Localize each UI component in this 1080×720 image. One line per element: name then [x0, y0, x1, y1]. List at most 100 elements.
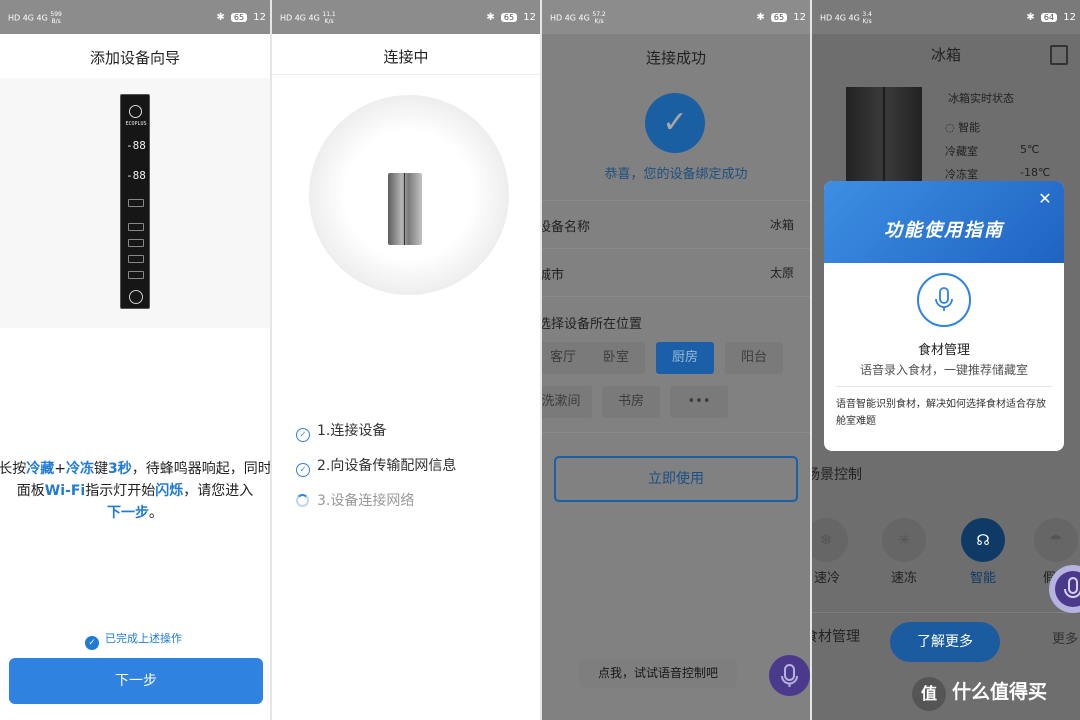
next-step-button[interactable]: 下一步 — [9, 658, 263, 704]
battery-indicator: 65 — [770, 13, 788, 22]
screen-fridge-detail: HD 4G 4G 3.4 K/s ✱ 64 12 冰箱 冰箱实时状态 ◌ 智能 冷… — [812, 0, 1080, 720]
network-indicator: HD 4G 4G — [820, 13, 860, 23]
dialog-header: 功能使用指南 — [824, 181, 1064, 263]
control-panel-image: ECOPLUS -88 -88 — [0, 78, 270, 328]
control-label: 智能 — [969, 571, 996, 586]
completed-checkbox[interactable]: ✓ 已完成上述操作 — [85, 630, 182, 650]
guide-heading: 食材管理 — [917, 343, 970, 358]
brand-logo-icon — [129, 105, 142, 118]
screen-add-device-wizard: HD 4G 4G 599 B/s ✱ 65 12 添加设备向导 ECOPLUS -… — [0, 0, 270, 720]
smart-mode-button[interactable]: ☊ — [961, 518, 1005, 562]
microphone-icon — [781, 664, 798, 687]
network-speed: 599 B/s — [50, 11, 62, 25]
learn-more-button[interactable]: 了解更多 — [890, 622, 1000, 662]
voice-tip-bubble: 点我，试试语音控制吧 — [579, 659, 737, 688]
voice-mic-button[interactable] — [1049, 565, 1080, 613]
screen-connect-success: HD 4G 4G 57.2 K/s ✱ 65 12 连接成功 ✓ 恭喜，您的设备绑… — [542, 0, 810, 720]
quick-cool-button[interactable]: ❄ — [812, 518, 848, 562]
holiday-mode-button[interactable]: ☂ — [1034, 518, 1078, 562]
battery-indicator: 65 — [500, 13, 518, 22]
location-chip-living-room[interactable]: 客厅 — [542, 342, 592, 374]
fridge-control-panel: ECOPLUS -88 -88 — [120, 94, 150, 309]
network-indicator: HD 4G 4G — [280, 13, 320, 23]
panel-display-bottom: -88 — [126, 169, 146, 182]
microphone-icon — [1055, 571, 1080, 607]
status-bar: HD 4G 4G 11.1 K/s ✱ 65 12 — [272, 0, 540, 34]
network-indicator: HD 4G 4G — [8, 13, 48, 23]
control-label: 速冷 — [813, 571, 840, 586]
location-chip-study[interactable]: 书房 — [602, 386, 660, 418]
check-icon: ✓ — [85, 636, 99, 650]
mode-icon: ◌ — [945, 121, 959, 134]
panel-button — [128, 239, 144, 247]
row-label: 设备名称 — [542, 220, 591, 235]
dialog-title: 功能使用指南 — [884, 220, 1004, 241]
page-title: 冰箱 — [930, 46, 961, 64]
panel-button — [128, 271, 144, 279]
instruction-text: 长按冷藏+冷冻键3秒，待蜂鸣器响起，同时面板Wi-Fi指示灯开始闪烁，请您进入下… — [0, 461, 270, 521]
screen-connecting: HD 4G 4G 11.1 K/s ✱ 65 12 连接中 ✓ 1.连接设备 ✓ 2.… — [272, 0, 540, 720]
panel-button — [128, 223, 144, 231]
clock: 12 — [523, 12, 536, 23]
fridge-image — [846, 87, 922, 184]
bluetooth-icon: ✱ — [216, 12, 225, 23]
success-check-icon: ✓ — [645, 93, 705, 153]
page-title: 添加设备向导 — [89, 49, 180, 67]
bluetooth-icon: ✱ — [756, 12, 765, 23]
temp-value: 5℃ — [1020, 143, 1040, 156]
location-chip-washroom[interactable]: 洗漱间 — [542, 386, 592, 418]
use-now-button[interactable]: 立即使用 — [554, 456, 798, 502]
panel-brand: ECOPLUS — [125, 121, 147, 127]
step-item: 3.设备连接网络 — [296, 490, 414, 510]
network-speed: 3.4 K/s — [862, 11, 872, 25]
more-link[interactable]: 更多 — [1052, 628, 1078, 647]
bluetooth-icon: ✱ — [1026, 12, 1035, 23]
check-circle-icon: ✓ — [296, 428, 310, 442]
loading-spinner-icon — [296, 494, 309, 507]
guide-subtitle: 语音录入食材，一键推荐储藏室 — [859, 363, 1028, 377]
watermark-text: 什么值得买 — [952, 681, 1048, 703]
temp-label: 冷藏室 — [945, 145, 978, 158]
feature-guide-dialog: 功能使用指南 ✕ 食材管理 语音录入食材，一键推荐储藏室 语音智能识别食材，解决… — [824, 181, 1064, 451]
location-chip-bedroom[interactable]: 卧室 — [587, 342, 645, 374]
step-item: ✓ 2.向设备传输配网信息 — [296, 455, 456, 477]
city-row[interactable]: 城市 太原 — [542, 264, 794, 283]
check-circle-icon: ✓ — [296, 463, 310, 477]
device-name-row[interactable]: 设备名称 冰箱 — [542, 216, 794, 235]
clock: 12 — [253, 12, 266, 23]
fridge-image — [388, 173, 422, 245]
guide-description: 语音智能识别食材，解决如何选择食材适合存放舱室难题 — [836, 399, 1046, 427]
success-message: 恭喜，您的设备绑定成功 — [604, 167, 748, 182]
realtime-status-label: 冰箱实时状态 — [948, 92, 1014, 105]
temp-value: -18℃ — [1020, 166, 1051, 179]
battery-indicator: 64 — [1040, 13, 1058, 22]
page-title: 连接中 — [383, 48, 429, 66]
panel-display-top: -88 — [126, 139, 146, 152]
location-chip-more[interactable]: ••• — [670, 386, 728, 418]
row-divider — [542, 248, 810, 249]
panel-button — [128, 199, 144, 207]
clock: 12 — [793, 12, 806, 23]
dialog-divider — [836, 386, 1052, 387]
row-value: 太原 — [769, 266, 794, 280]
microphone-icon — [917, 273, 971, 327]
network-indicator: HD 4G 4G — [550, 13, 590, 23]
power-icon — [129, 290, 143, 304]
row-value: 冰箱 — [769, 218, 794, 232]
close-icon[interactable]: ✕ — [1035, 189, 1055, 209]
panel-button — [128, 255, 144, 263]
bluetooth-icon: ✱ — [486, 12, 495, 23]
status-bar: HD 4G 4G 3.4 K/s ✱ 64 12 — [812, 0, 1080, 34]
battery-indicator: 65 — [230, 13, 248, 22]
mode-indicator: ◌ 智能 — [945, 121, 981, 134]
section-divider — [542, 432, 810, 433]
watermark-logo-icon: 值 — [912, 677, 946, 711]
quick-freeze-button[interactable]: ✳ — [882, 518, 926, 562]
voice-mic-button[interactable] — [769, 655, 810, 696]
section-divider — [812, 612, 1080, 613]
location-chip-balcony[interactable]: 阳台 — [725, 342, 783, 374]
row-label: 城市 — [542, 268, 565, 283]
location-chip-kitchen[interactable]: 厨房 — [656, 342, 714, 374]
device-menu-icon[interactable] — [1050, 45, 1068, 65]
status-bar: HD 4G 4G 57.2 K/s ✱ 65 12 — [542, 0, 810, 34]
